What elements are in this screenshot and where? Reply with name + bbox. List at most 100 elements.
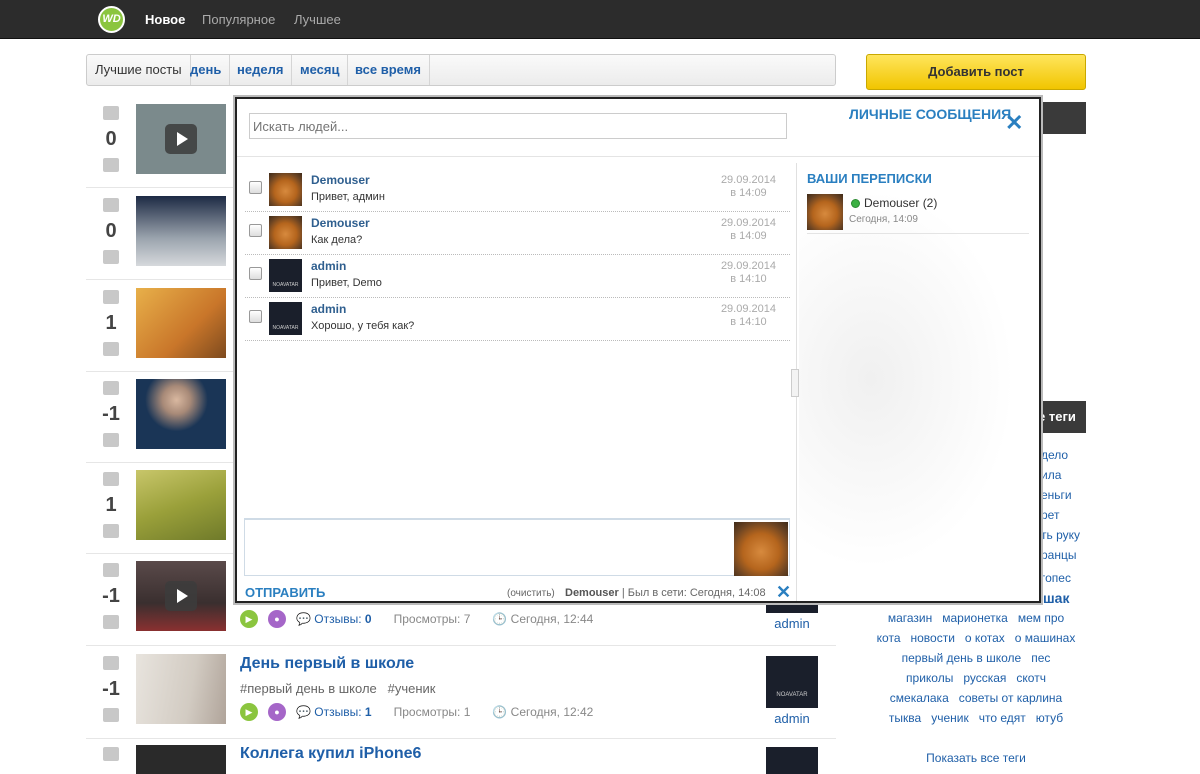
message-checkbox[interactable] bbox=[249, 310, 262, 323]
thumbs-up-icon[interactable] bbox=[103, 563, 119, 577]
tag-link[interactable]: смекалака bbox=[890, 691, 949, 705]
message-checkbox[interactable] bbox=[249, 181, 262, 194]
recipient-name[interactable]: Demouser bbox=[565, 587, 619, 599]
conversation-item[interactable]: Demouser (2) Сегодня, 14:09 bbox=[807, 194, 1029, 234]
sender-name[interactable]: admin bbox=[311, 302, 346, 316]
thumbs-up-icon[interactable] bbox=[103, 656, 119, 670]
post-title[interactable]: Коллега купил iPhone6 bbox=[240, 745, 421, 763]
tag-link[interactable]: гопес bbox=[1041, 571, 1071, 585]
author-name[interactable]: admin bbox=[766, 711, 818, 726]
tab-day[interactable]: день bbox=[182, 55, 231, 85]
thumbs-up-icon[interactable] bbox=[103, 198, 119, 212]
conversation-avatar[interactable] bbox=[807, 194, 843, 230]
site-logo[interactable]: WD bbox=[98, 6, 125, 33]
conversation-name[interactable]: Demouser (2) bbox=[864, 196, 937, 210]
author-avatar[interactable] bbox=[766, 747, 818, 774]
record-circle-icon[interactable]: ● bbox=[268, 610, 286, 628]
tag-link[interactable]: пес bbox=[1031, 651, 1050, 665]
sender-avatar[interactable] bbox=[269, 216, 302, 249]
tab-all-time[interactable]: все время bbox=[347, 55, 430, 85]
people-search-input[interactable] bbox=[249, 113, 787, 139]
reviews-count[interactable]: 💬 Отзывы: 0 bbox=[296, 612, 372, 626]
play-circle-icon[interactable]: ▶ bbox=[240, 610, 258, 628]
tag-link[interactable]: приколы bbox=[906, 671, 953, 685]
author-block[interactable] bbox=[766, 747, 818, 774]
thumbs-down-icon[interactable] bbox=[103, 250, 119, 264]
thumbs-up-icon[interactable] bbox=[103, 290, 119, 304]
tag-link[interactable]: что едят bbox=[979, 711, 1026, 725]
tag-link[interactable]: новости bbox=[911, 631, 955, 645]
sender-name[interactable]: admin bbox=[311, 259, 346, 273]
tag-link[interactable]: о машинах bbox=[1015, 631, 1076, 645]
tag-link[interactable]: тыква bbox=[889, 711, 921, 725]
record-circle-icon[interactable]: ● bbox=[268, 703, 286, 721]
post-thumbnail[interactable] bbox=[136, 654, 226, 724]
resize-handle[interactable] bbox=[791, 369, 799, 397]
nav-popular[interactable]: Популярное bbox=[202, 12, 275, 27]
message-checkbox[interactable] bbox=[249, 224, 262, 237]
send-button[interactable]: ОТПРАВИТЬ bbox=[245, 585, 325, 600]
post-tag[interactable]: #первый день в школе bbox=[240, 681, 377, 696]
tag-link[interactable]: первый день в школе bbox=[902, 651, 1022, 665]
tag-link[interactable]: кота bbox=[877, 631, 901, 645]
post-thumbnail[interactable] bbox=[136, 104, 226, 174]
post-thumbnail[interactable] bbox=[136, 288, 226, 358]
reviews-count[interactable]: 💬 Отзывы: 1 bbox=[296, 705, 372, 719]
show-all-tags-link[interactable]: Показать все теги bbox=[866, 751, 1086, 765]
author-name[interactable]: admin bbox=[766, 616, 818, 631]
thumbs-up-icon[interactable] bbox=[103, 106, 119, 120]
tag-link[interactable]: о котах bbox=[965, 631, 1005, 645]
tag-link[interactable]: ютуб bbox=[1036, 711, 1063, 725]
message-compose-area[interactable] bbox=[244, 518, 790, 576]
tab-month[interactable]: месяц bbox=[292, 55, 349, 85]
tag-link[interactable]: скотч bbox=[1016, 671, 1046, 685]
tag-link[interactable]: шак bbox=[1043, 590, 1069, 606]
thumbs-down-icon[interactable] bbox=[103, 158, 119, 172]
close-conversation-icon[interactable]: ✕ bbox=[776, 583, 791, 601]
post-thumbnail[interactable] bbox=[136, 470, 226, 540]
post-thumbnail[interactable] bbox=[136, 379, 226, 449]
thumbs-down-icon[interactable] bbox=[103, 342, 119, 356]
message-checkbox[interactable] bbox=[249, 267, 262, 280]
tag-link[interactable]: марионетка bbox=[942, 611, 1008, 625]
tag-link[interactable]: ть руку bbox=[1041, 528, 1080, 542]
nav-new[interactable]: Новое bbox=[145, 12, 185, 27]
sender-avatar[interactable] bbox=[269, 173, 302, 206]
thumbs-down-icon[interactable] bbox=[103, 524, 119, 538]
tag-link[interactable]: русская bbox=[963, 671, 1006, 685]
close-icon[interactable]: ✕ bbox=[1005, 112, 1023, 134]
thumbs-down-icon[interactable] bbox=[103, 708, 119, 722]
tag-link[interactable]: рет bbox=[1041, 508, 1059, 522]
play-icon[interactable] bbox=[165, 581, 197, 611]
nav-best[interactable]: Лучшее bbox=[294, 12, 341, 27]
thumbs-down-icon[interactable] bbox=[103, 433, 119, 447]
play-icon[interactable] bbox=[165, 124, 197, 154]
tag-link[interactable]: ила bbox=[1041, 468, 1061, 482]
tag-link[interactable]: советы от карлина bbox=[959, 691, 1062, 705]
add-post-button[interactable]: Добавить пост bbox=[866, 54, 1086, 90]
sender-name[interactable]: Demouser bbox=[311, 216, 370, 230]
post-tag[interactable]: #ученик bbox=[388, 681, 436, 696]
thumbs-up-icon[interactable] bbox=[103, 472, 119, 486]
tag-link[interactable]: магазин bbox=[888, 611, 932, 625]
thumbs-up-icon[interactable] bbox=[103, 747, 119, 761]
sender-avatar[interactable]: NOAVATAR bbox=[269, 302, 302, 335]
post-title[interactable]: День первый в школе bbox=[240, 655, 414, 673]
tag-link[interactable]: ученик bbox=[931, 711, 969, 725]
post-thumbnail[interactable] bbox=[136, 196, 226, 266]
tag-link[interactable]: еньги bbox=[1041, 488, 1072, 502]
post-thumbnail[interactable] bbox=[136, 561, 226, 631]
post-thumbnail[interactable] bbox=[136, 745, 226, 774]
thumbs-down-icon[interactable] bbox=[103, 615, 119, 629]
sender-avatar[interactable]: NOAVATAR bbox=[269, 259, 302, 292]
author-block[interactable]: NOAVATAR admin bbox=[766, 656, 818, 726]
sender-name[interactable]: Demouser bbox=[311, 173, 370, 187]
tag-link[interactable]: ранцы bbox=[1041, 548, 1076, 562]
play-circle-icon[interactable]: ▶ bbox=[240, 703, 258, 721]
tab-week[interactable]: неделя bbox=[229, 55, 293, 85]
tag-link[interactable]: мем про bbox=[1018, 611, 1064, 625]
thumbs-up-icon[interactable] bbox=[103, 381, 119, 395]
tag-link[interactable]: дело bbox=[1041, 448, 1068, 462]
clear-button[interactable]: (очистить) bbox=[507, 588, 555, 599]
author-avatar[interactable]: NOAVATAR bbox=[766, 656, 818, 708]
